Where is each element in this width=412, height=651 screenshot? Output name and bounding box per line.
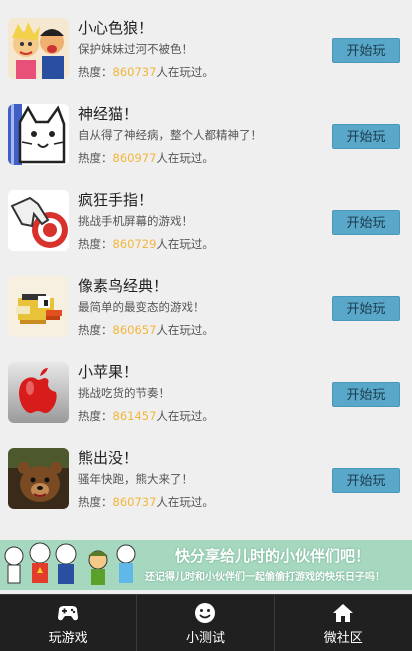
list-item: 神经猫！ 自从得了神经病，整个人都精神了！ 热度：860977人在玩过。 开始玩 <box>0 100 412 186</box>
heat-suffix: 人在玩过。 <box>156 65 214 79</box>
bottom-tab-bar: 玩游戏 小测试 微社区 <box>0 594 412 651</box>
heat-suffix: 人在玩过。 <box>156 151 214 165</box>
heat-suffix: 人在玩过。 <box>156 237 214 251</box>
list-item: 熊出没！ 骚年快跑，熊大来了！ 热度：860737人在玩过。 开始玩 <box>0 444 412 530</box>
smiley-icon <box>195 603 216 623</box>
tab-community[interactable]: 微社区 <box>275 595 412 651</box>
game-heat: 热度：860729人在玩过。 <box>78 236 214 252</box>
list-item: 像素鸟经典！ 最简单的最变态的游戏！ 热度：860657人在玩过。 开始玩 <box>0 272 412 358</box>
game-title: 小心色狼！ <box>78 19 154 37</box>
banner-subtitle: 还记得儿时和小伙伴们一起偷偷打游戏的快乐日子吗！ <box>145 572 385 583</box>
heat-count: 860737 <box>112 495 157 509</box>
game-title: 熊出没！ <box>78 449 139 467</box>
cartoon-kids-icon <box>4 542 136 585</box>
tab-label: 小测试 <box>185 631 225 646</box>
heat-label: 热度： <box>78 151 113 165</box>
game-heat: 热度：860977人在玩过。 <box>78 150 214 166</box>
heat-label: 热度： <box>78 323 113 337</box>
game-title: 神经猫！ <box>78 105 139 123</box>
pixel-bird-icon[interactable] <box>8 276 69 337</box>
game-heat: 热度：860737人在玩过。 <box>78 64 214 80</box>
list-item: 疯狂手指！ 挑战手机屏幕的游戏！ 热度：860729人在玩过。 开始玩 <box>0 186 412 272</box>
banner-title: 快分享给儿时的小伙伴们吧！ <box>175 547 371 565</box>
game-heat: 热度：861457人在玩过。 <box>78 408 214 424</box>
game-description: 保护妹妹过河不被色！ <box>78 42 193 56</box>
tab-quiz[interactable]: 小测试 <box>137 595 275 651</box>
heat-count: 861457 <box>112 409 157 423</box>
game-description: 挑战吃货的节奏！ <box>78 386 170 400</box>
list-item: 小苹果！ 挑战吃货的节奏！ 热度：861457人在玩过。 开始玩 <box>0 358 412 444</box>
list-item: 小心色狼！ 保护妹妹过河不被色！ 热度：860737人在玩过。 开始玩 <box>0 14 412 100</box>
tab-play-games[interactable]: 玩游戏 <box>0 595 138 651</box>
heat-label: 热度： <box>78 409 113 423</box>
start-play-button[interactable]: 开始玩 <box>332 210 400 235</box>
game-title: 像素鸟经典！ <box>78 277 169 295</box>
heat-label: 热度： <box>78 237 113 251</box>
cartoon-couple-icon[interactable] <box>8 18 69 79</box>
finger-target-icon[interactable] <box>8 190 69 251</box>
tab-label: 微社区 <box>323 631 363 646</box>
heat-suffix: 人在玩过。 <box>156 409 214 423</box>
gamepad-icon <box>58 606 79 621</box>
game-heat: 热度：860737人在玩过。 <box>78 494 214 510</box>
bear-icon[interactable] <box>8 448 69 509</box>
crazy-cat-icon[interactable] <box>8 104 69 165</box>
game-description: 最简单的最变态的游戏！ <box>78 300 205 314</box>
game-description: 自从得了神经病，整个人都精神了！ <box>78 128 262 142</box>
heat-label: 热度： <box>78 495 113 509</box>
share-banner[interactable]: 快分享给儿时的小伙伴们吧！ 还记得儿时和小伙伴们一起偷偷打游戏的快乐日子吗！ <box>0 540 412 590</box>
heat-count: 860977 <box>112 151 157 165</box>
red-apple-icon[interactable] <box>8 362 69 423</box>
start-play-button[interactable]: 开始玩 <box>332 124 400 149</box>
game-heat: 热度：860657人在玩过。 <box>78 322 214 338</box>
game-description: 挑战手机屏幕的游戏！ <box>78 214 193 228</box>
game-description: 骚年快跑，熊大来了！ <box>78 472 193 486</box>
game-title: 小苹果！ <box>78 363 139 381</box>
game-title: 疯狂手指！ <box>78 191 154 209</box>
start-play-button[interactable]: 开始玩 <box>332 382 400 407</box>
heat-count: 860657 <box>112 323 157 337</box>
start-play-button[interactable]: 开始玩 <box>332 38 400 63</box>
heat-count: 860737 <box>112 65 157 79</box>
heat-label: 热度： <box>78 65 113 79</box>
tab-label: 玩游戏 <box>48 631 88 646</box>
heat-suffix: 人在玩过。 <box>156 495 214 509</box>
start-play-button[interactable]: 开始玩 <box>332 296 400 321</box>
heat-suffix: 人在玩过。 <box>156 323 214 337</box>
start-play-button[interactable]: 开始玩 <box>332 468 400 493</box>
house-icon <box>333 604 354 622</box>
heat-count: 860729 <box>112 237 157 251</box>
